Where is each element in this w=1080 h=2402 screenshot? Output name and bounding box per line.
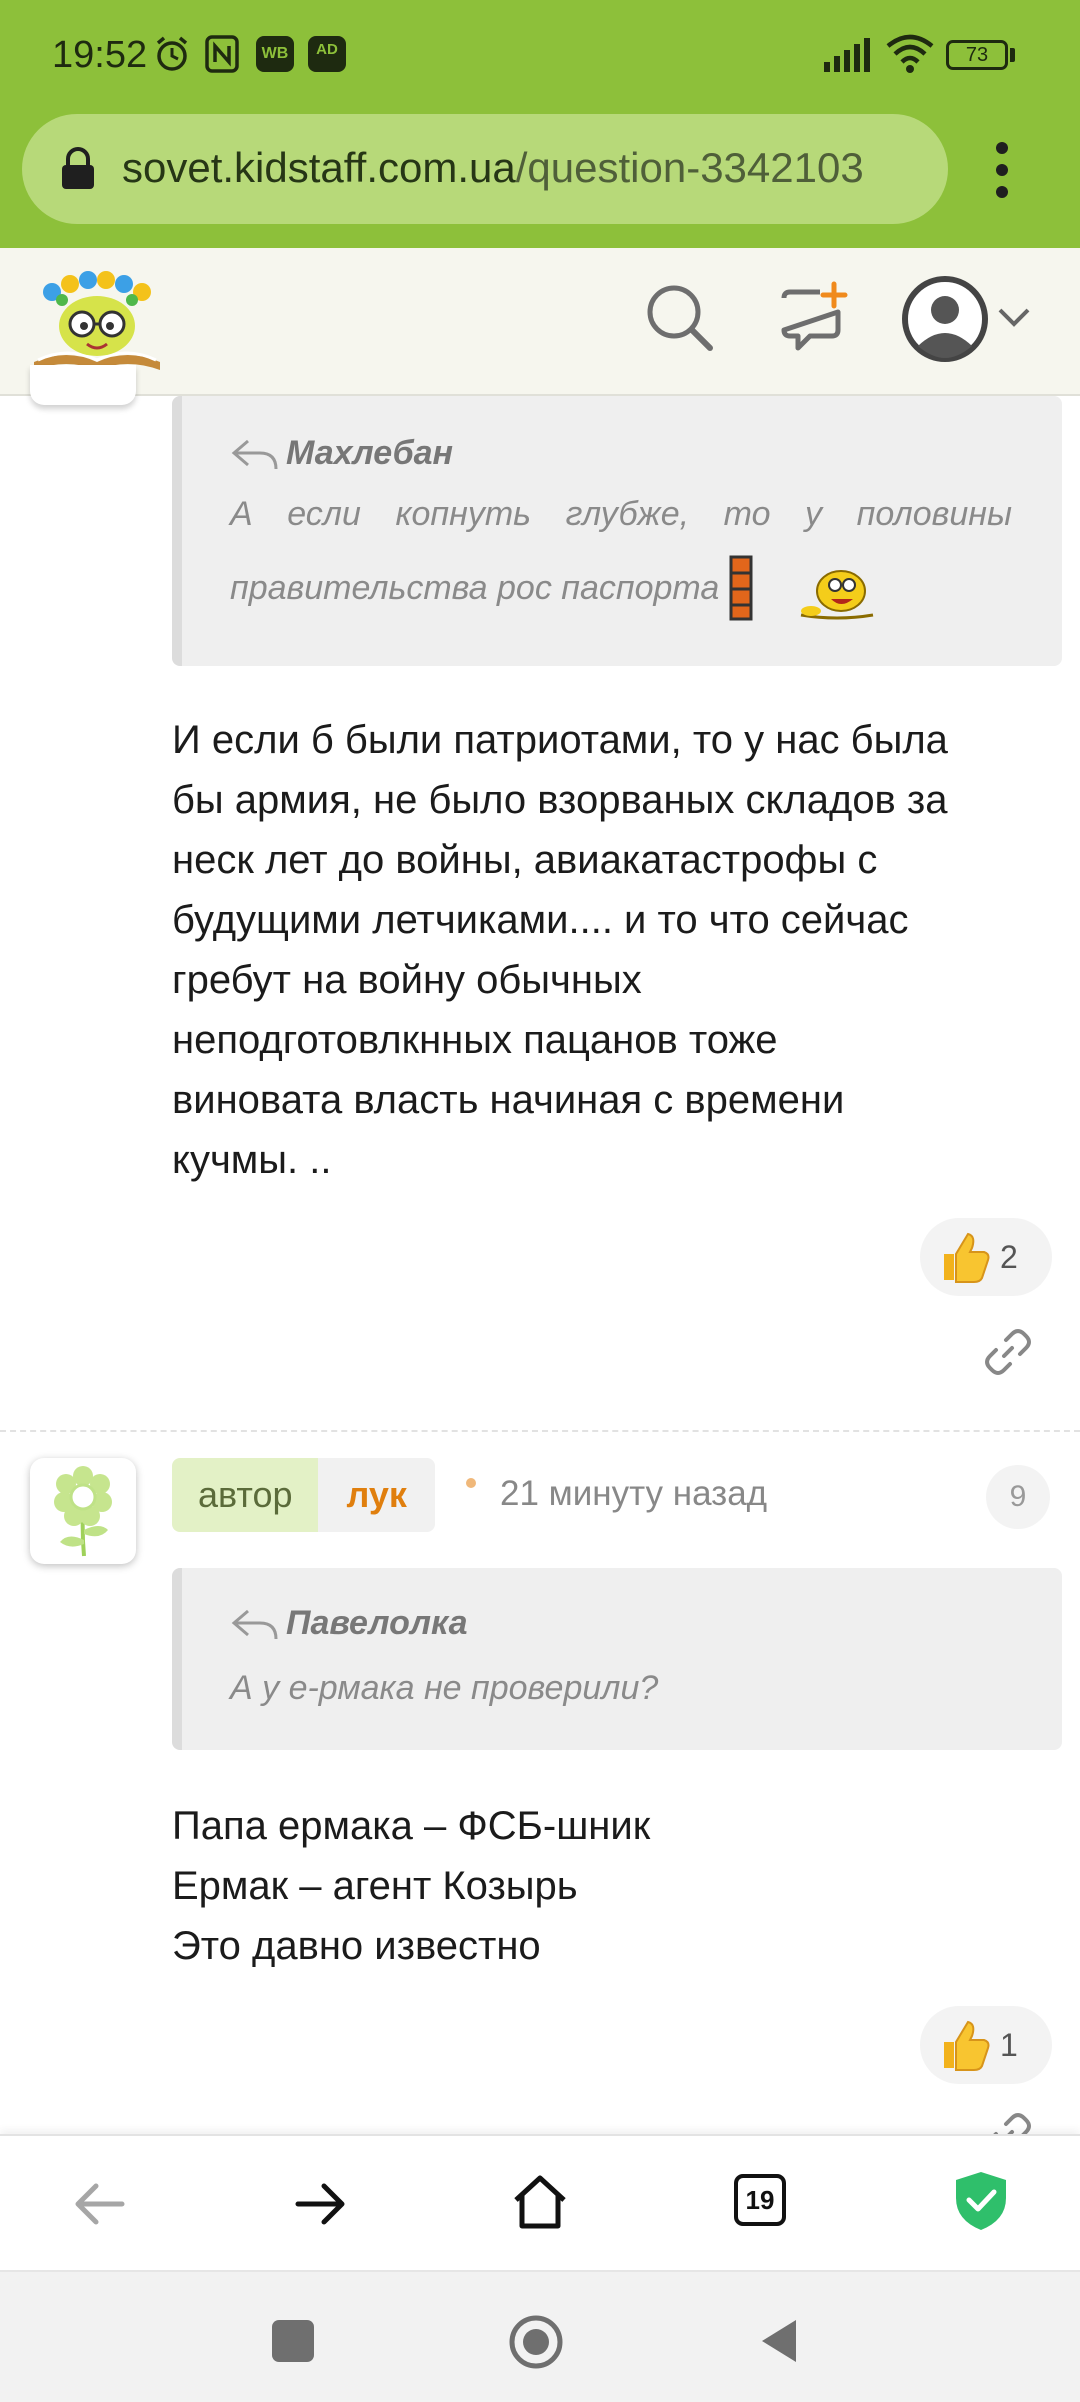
chevron-down-icon [998,308,1030,327]
browser-top-chrome: 19:52 WB AD 73 sovet.kidstaff.com.ua/que… [0,0,1080,248]
home-circle-icon[interactable] [508,2314,564,2370]
quote-block: Махлебан А если копнуть глубже, то у пол… [172,396,1062,666]
quote-header: Махлебан [230,434,453,473]
post-line: неск лет до войны, авиакатастрофы с [172,838,878,882]
post-line: бы армия, не было взорваных складов за [172,778,948,822]
site-logo[interactable] [32,264,162,374]
shield-check-icon[interactable] [954,2170,1008,2232]
commenter-avatar[interactable] [30,365,136,405]
like-button[interactable]: 2 [920,1218,1052,1296]
author-nickname[interactable]: лук [318,1458,435,1532]
separator-dot [466,1478,476,1488]
alarm-icon [156,36,188,71]
new-question-icon[interactable] [776,278,856,358]
post-line: неподготовлкнных пацанов тоже [172,1018,778,1062]
quote-text: А у е-рмака не проверили? [230,1669,659,1707]
address-bar[interactable]: sovet.kidstaff.com.ua/question-3342103 [22,114,948,224]
tabs-counter-button[interactable]: 19 [734,2174,786,2226]
post-time: 21 минуту назад [500,1474,768,1513]
quote-text-line1: А если копнуть глубже, то у половины [230,495,1012,533]
wifi-icon [886,34,934,73]
battery-level: 73 [965,44,989,66]
like-count: 2 [1000,1238,1018,1275]
system-nav-bar [0,2270,1080,2402]
wb-icon: WB [256,36,294,72]
post-line: Папа ермака – ФСБ-шник [172,1804,651,1848]
link-icon[interactable] [984,1328,1032,1376]
user-avatar-icon [902,276,988,362]
url-path: /question-3342103 [515,144,864,191]
url-domain: sovet.kidstaff.com.ua [122,144,516,191]
post-body: И если б были патриотами, то у нас была … [172,710,1052,1190]
quote-header: Павелолка [230,1604,468,1643]
adblock-icon: AD [308,36,346,72]
quote-text-row2: правительства рос паспорта [230,544,877,632]
battery-icon: 73 [946,40,1008,70]
author-tag[interactable]: автор лук [172,1458,435,1532]
thumbs-up-icon [944,2020,990,2071]
thumbs-up-icon [944,1232,990,1283]
post-line: Ермак – агент Козырь [172,1864,578,1908]
author-label: автор [172,1458,319,1532]
like-button[interactable]: 1 [920,2006,1052,2084]
quote-text-line2: правительства рос паспорта [230,569,720,607]
post-divider [0,1430,1080,1432]
post-body: Папа ермака – ФСБ-шник Ермак – агент Коз… [172,1796,1052,1976]
quote-author: Павелолка [286,1604,468,1642]
reply-arrow-icon [231,1609,278,1639]
url-text: sovet.kidstaff.com.ua/question-3342103 [122,144,864,192]
quote-author: Махлебан [286,434,454,472]
site-header [0,248,1080,396]
like-count: 1 [1000,2026,1018,2063]
laughing-emoji-icon [801,570,874,620]
search-icon[interactable] [640,278,720,358]
tabs-count: 19 [745,2185,775,2215]
battery-tip [1010,48,1015,62]
recent-apps-icon[interactable] [272,2320,314,2362]
post-line: гребут на войну обычных [172,958,642,1002]
forward-arrow-icon[interactable] [292,2176,348,2232]
reply-arrow-icon [231,439,278,469]
post-line: виновата власть начиная с времени [172,1078,845,1122]
post-number-badge[interactable]: 9 [986,1465,1050,1529]
back-arrow-icon[interactable] [72,2176,128,2232]
flower-avatar-icon [54,1466,112,1557]
nfc-icon [205,35,239,73]
lock-icon [62,147,94,189]
more-menu-icon[interactable] [990,140,1014,200]
browser-toolbar: 19 [0,2134,1080,2272]
post-line: кучмы. .. [172,1138,332,1182]
signal-icon [824,38,870,72]
post-line: Это давно известно [172,1924,541,1968]
status-time: 19:52 [52,34,148,76]
author-avatar[interactable] [30,1458,136,1564]
system-back-icon[interactable] [756,2316,800,2366]
quote-block: Павелолка А у е-рмака не проверили? [172,1568,1062,1750]
profile-menu-button[interactable] [900,274,1040,364]
post-line: будущими летчиками.... и то что сейчас [172,898,909,942]
level-meter-emoji-icon [729,555,753,621]
post-line: И если б были патриотами, то у нас была [172,718,948,762]
home-icon[interactable] [510,2172,570,2232]
